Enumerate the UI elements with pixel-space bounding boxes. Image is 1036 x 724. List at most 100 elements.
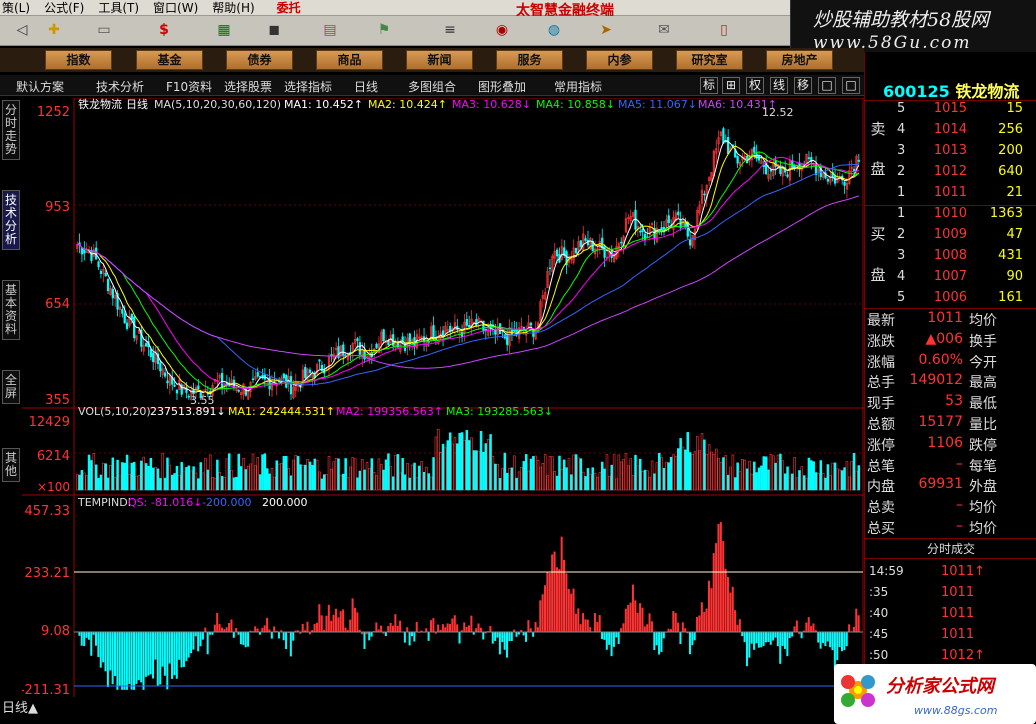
volume-bar: [779, 453, 782, 491]
kline-chart[interactable]: 1252 953 654 355 12429 6214 ×100 457.33 …: [22, 98, 864, 716]
indicator-bar: [180, 632, 183, 668]
indicator-bar: [230, 619, 233, 632]
stock-header: 600125 铁龙物流: [883, 78, 1019, 102]
tb-line[interactable]: 线: [770, 77, 788, 94]
indicator-bar: [116, 632, 119, 690]
side-tab-tech[interactable]: 技术分析: [2, 190, 20, 250]
volume-bar: [363, 469, 366, 491]
indicator-bar: [741, 632, 744, 637]
menu-help[interactable]: 帮助(H): [210, 0, 258, 16]
tb-multichart[interactable]: 多图组合: [408, 78, 456, 95]
tb-win1[interactable]: □: [818, 77, 836, 94]
nav-research[interactable]: 研究室: [676, 50, 743, 70]
quote-value: 149012: [909, 372, 963, 389]
tb-mark[interactable]: 标: [700, 77, 718, 94]
book-icon[interactable]: ▤: [316, 20, 344, 40]
tb-daily[interactable]: 日线: [354, 78, 378, 95]
volume-bar: [574, 454, 578, 491]
crosshair-icon[interactable]: ✚: [40, 20, 68, 40]
tb-default-scheme[interactable]: 默认方案: [16, 78, 64, 95]
volume-bar: [745, 468, 749, 491]
tb-select-indicator[interactable]: 选择指标: [284, 78, 332, 95]
tb-select-stock[interactable]: 选择股票: [224, 78, 272, 95]
indicator-bar: [836, 632, 839, 661]
arrow-icon[interactable]: ➤: [592, 20, 620, 40]
indicator-bar: [332, 614, 335, 632]
volume-bar: [555, 475, 559, 491]
indicator-bar: [707, 580, 710, 632]
nav-service[interactable]: 服务: [496, 50, 563, 70]
tb-rights[interactable]: 权: [746, 77, 764, 94]
volume-bar: [819, 460, 823, 491]
side-tab-fullscreen[interactable]: 全屏: [2, 370, 20, 404]
nav-index[interactable]: 指数: [45, 50, 112, 70]
tb-f10[interactable]: F10资料: [166, 78, 212, 95]
indicator-bar: [743, 632, 746, 643]
globe-icon[interactable]: ◍: [540, 20, 568, 40]
quote-label: 总买: [867, 521, 895, 537]
tb-overlay[interactable]: 图形叠加: [478, 78, 526, 95]
indicator-bar: [292, 632, 295, 641]
side-tab-intraday[interactable]: 分时走势: [2, 100, 20, 160]
nav-bond[interactable]: 债券: [226, 50, 293, 70]
indicator-bar: [482, 632, 485, 640]
candle: [316, 362, 319, 376]
back-icon[interactable]: ◁: [8, 20, 36, 40]
menu-strategy[interactable]: 策(L): [0, 0, 34, 16]
volume-bar: [510, 467, 514, 491]
sell-row: 5 1015 15: [865, 101, 1036, 122]
target-icon[interactable]: ◉: [488, 20, 516, 40]
nav-insider[interactable]: 内参: [586, 50, 653, 70]
menu-window[interactable]: 窗口(W): [151, 0, 202, 16]
side-tab-other[interactable]: 其他: [2, 448, 20, 482]
nav-realestate[interactable]: 房地产: [766, 50, 833, 70]
nav-commodity[interactable]: 商品: [316, 50, 383, 70]
volume-bar: [166, 457, 169, 491]
indicator-bar: [216, 612, 219, 632]
indicator-bar: [855, 608, 858, 632]
stack-icon[interactable]: ◼: [260, 20, 288, 40]
mail-icon[interactable]: ✉: [650, 20, 678, 40]
ruler-icon[interactable]: ▭: [90, 20, 118, 40]
tb-move[interactable]: 移: [794, 77, 812, 94]
volume-bar: [774, 462, 777, 491]
volume-bar: [121, 462, 124, 491]
tb-tech-analysis[interactable]: 技术分析: [96, 78, 144, 95]
indicator-bar: [719, 522, 722, 632]
indicator-bar: [501, 632, 504, 643]
tick-price: 1011: [941, 585, 975, 600]
menu-tools[interactable]: 工具(T): [96, 0, 143, 16]
period-indicator[interactable]: 日线▲: [2, 697, 38, 716]
indicator-bar: [510, 632, 513, 642]
volume-bar: [285, 455, 288, 491]
indicator-bar: [634, 600, 637, 632]
indicator-bar: [548, 572, 551, 632]
indicator-bar: [788, 632, 791, 639]
lines-icon[interactable]: ≡: [436, 20, 464, 40]
dollar-icon[interactable]: $: [150, 20, 178, 40]
axis-vol-0: 12429: [29, 415, 70, 430]
tb-win2[interactable]: □: [842, 77, 860, 94]
quote-label-2: 跌停: [969, 437, 997, 454]
indicator-bar: [194, 632, 197, 637]
tb-common-ind[interactable]: 常用指标: [554, 78, 602, 95]
indicator-bar: [406, 627, 409, 632]
nav-news[interactable]: 新闻: [406, 50, 473, 70]
side-tab-basic[interactable]: 基本资料: [2, 280, 20, 340]
indicator-bar: [144, 632, 147, 677]
indicator-bar: [536, 627, 539, 632]
indicator-bar: [757, 632, 760, 648]
nav-fund[interactable]: 基金: [136, 50, 203, 70]
mobile-icon[interactable]: ▯: [710, 20, 738, 40]
pin-icon[interactable]: ⚑: [370, 20, 398, 40]
chart-icon[interactable]: ▦: [210, 20, 238, 40]
tb-grid[interactable]: ⊞: [722, 77, 740, 94]
tick-time: 14:59: [869, 564, 904, 578]
volume-bar: [662, 467, 666, 491]
indicator-bar: [415, 621, 418, 632]
menu-trade[interactable]: 委托: [275, 0, 305, 16]
indicator-bar: [133, 632, 136, 690]
volume-bar: [387, 453, 390, 491]
volume-bar: [418, 465, 421, 491]
menu-formula[interactable]: 公式(F): [42, 0, 88, 16]
